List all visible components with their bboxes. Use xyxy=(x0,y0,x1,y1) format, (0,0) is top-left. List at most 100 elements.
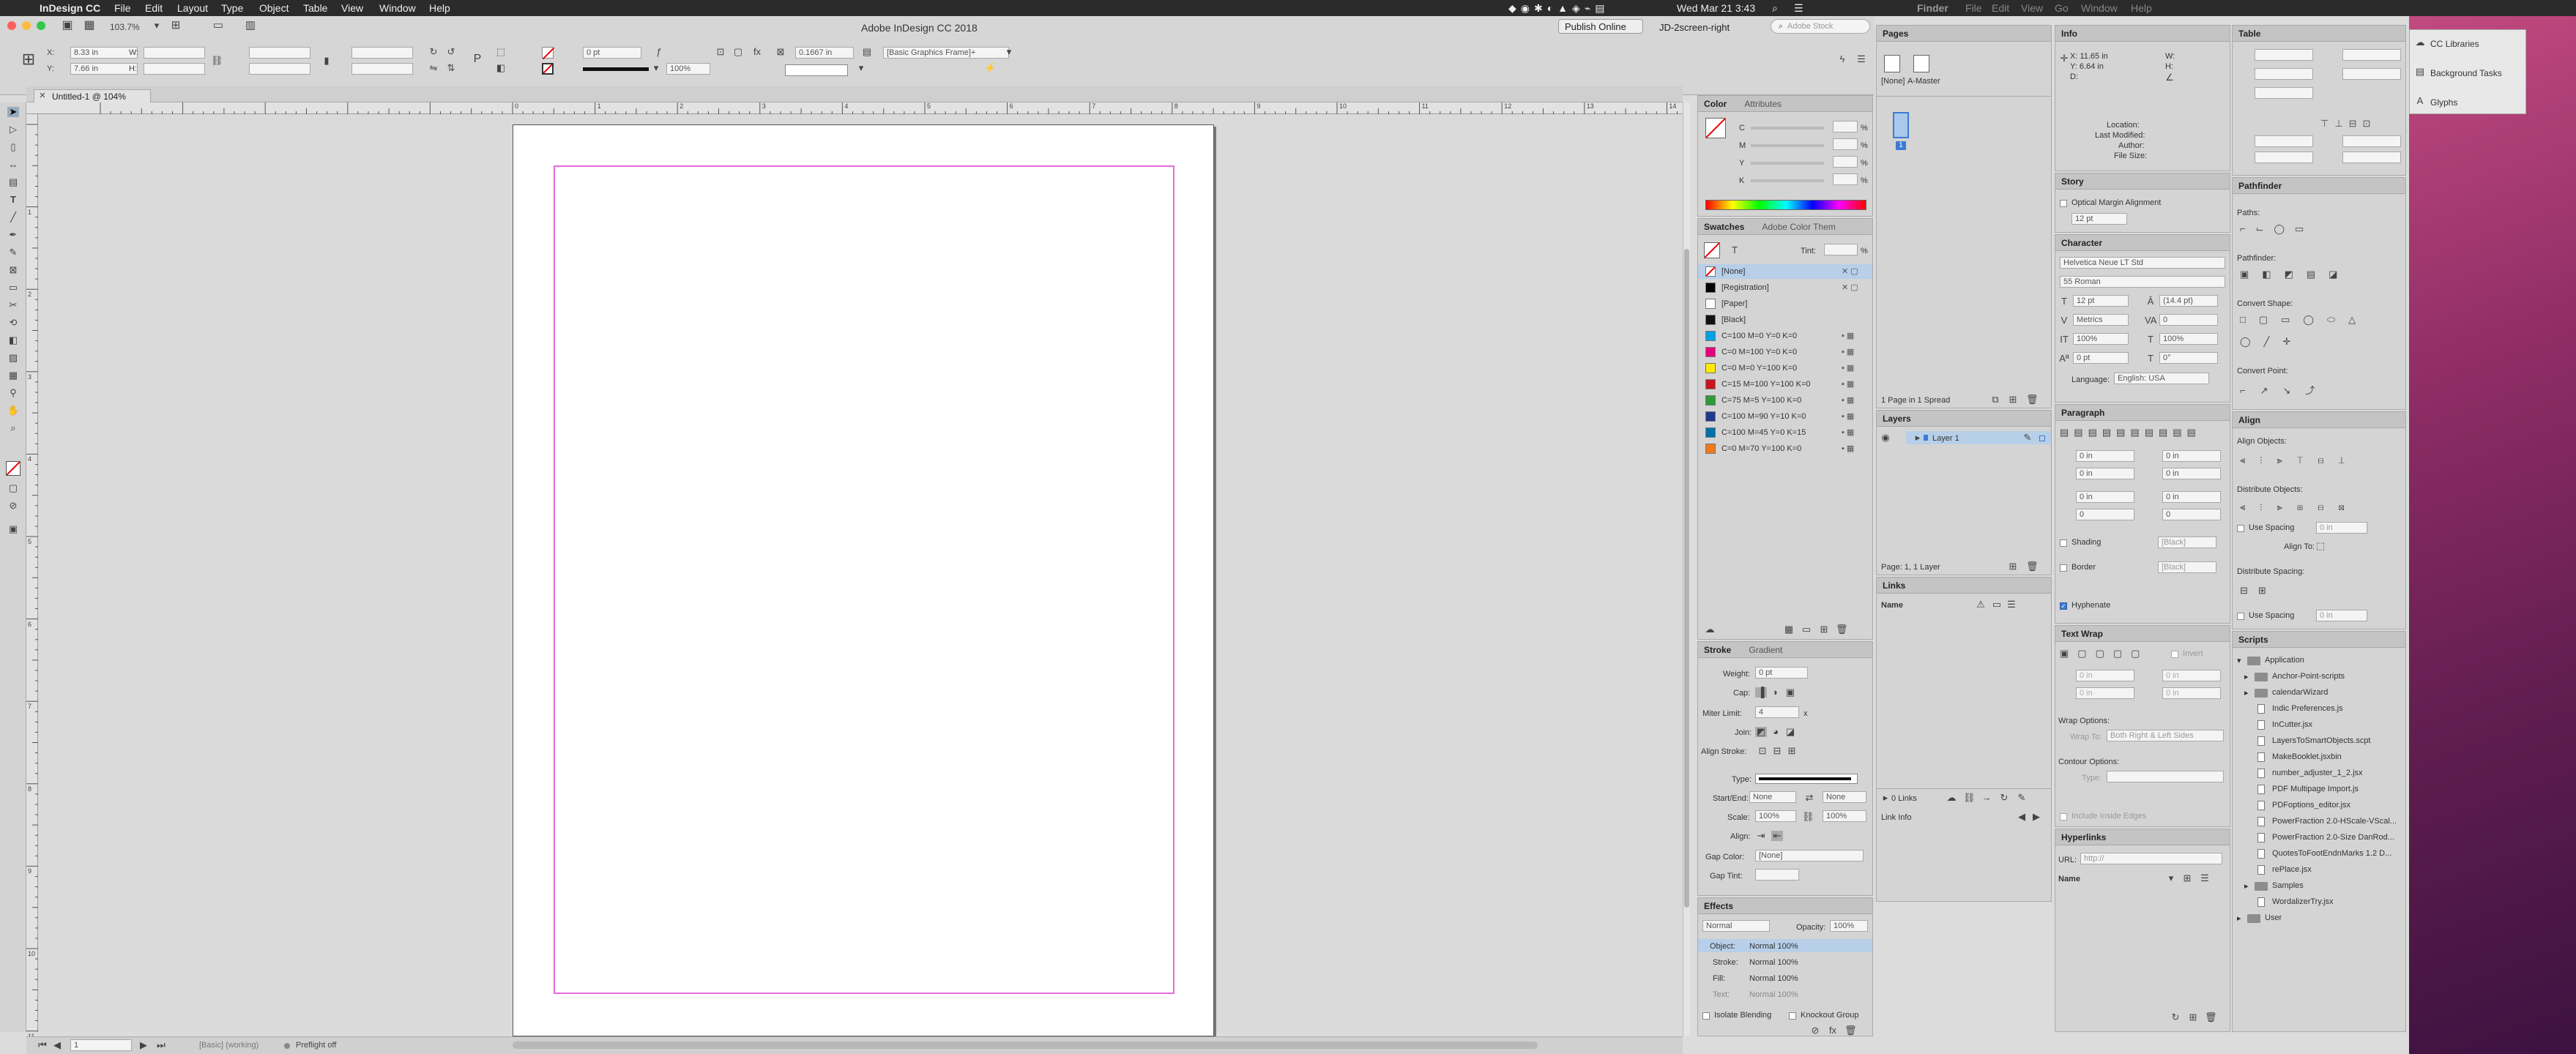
slider-m[interactable] xyxy=(1751,144,1824,147)
chevron-down-icon[interactable]: ▾ xyxy=(151,20,163,31)
tint-field[interactable] xyxy=(1824,244,1858,255)
menu-window[interactable]: Window xyxy=(379,2,416,14)
round-cap-icon[interactable]: ◗ xyxy=(1770,687,1782,698)
content-collector-icon[interactable]: ▤ xyxy=(7,177,19,187)
cell-align-buttons[interactable]: ⊤⊥⊟⊡ xyxy=(2320,118,2401,129)
swatch-row[interactable]: C=100 M=0 Y=0 K=0 ▪▦ xyxy=(1698,329,1872,343)
rotate-cw-icon[interactable]: ↻ xyxy=(428,47,439,57)
disclosure-triangle-icon[interactable]: ▸ xyxy=(2244,881,2249,891)
swap-icon[interactable]: ⇄ xyxy=(1803,793,1815,803)
fill-stroke-proxy[interactable] xyxy=(6,461,21,476)
new-hyperlink-icon[interactable]: ⊞ xyxy=(2181,873,2193,883)
paths-buttons[interactable]: ⌐⌙◯▭ xyxy=(2240,223,2357,235)
start-field[interactable]: None xyxy=(1749,791,1796,803)
alignment-buttons[interactable]: ▤▤▤▤▤▤▤▤▤▤ xyxy=(2060,427,2227,438)
inset-top-field[interactable] xyxy=(2255,135,2313,147)
list-icon[interactable]: ☰ xyxy=(2006,599,2017,610)
script-item[interactable]: PowerFraction 2.0-HScale-VScal... xyxy=(2233,815,2405,829)
refresh-icon[interactable]: ↻ xyxy=(2170,1012,2181,1023)
inset-right-field[interactable] xyxy=(2342,152,2401,163)
space-after-field[interactable]: 0 in xyxy=(2162,491,2221,503)
menu-layout[interactable]: Layout xyxy=(177,2,208,14)
value-y[interactable] xyxy=(1833,156,1858,168)
knockout-checkbox[interactable] xyxy=(1789,1012,1796,1020)
frame-grid-icon[interactable]: ▤ xyxy=(861,47,873,57)
rows-field[interactable] xyxy=(2255,49,2313,61)
script-item[interactable]: ▸ calendarWizard xyxy=(2233,686,2405,700)
column-width-field[interactable] xyxy=(2342,68,2401,80)
convert-point-buttons[interactable]: ⌐↗↘⤴ xyxy=(2240,383,2357,396)
trash-icon[interactable]: 🗑 xyxy=(1844,1025,1857,1036)
new-swatch-icon[interactable]: ⊞ xyxy=(1818,624,1830,635)
working-mode[interactable]: [Basic] (working) xyxy=(199,1041,258,1050)
disclosure-triangle-icon[interactable]: ▸ xyxy=(2237,913,2241,923)
swatch-row[interactable]: [Black] xyxy=(1698,313,1872,327)
eye-icon[interactable]: ◉ xyxy=(1880,433,1891,443)
page-col-icon[interactable]: ▭ xyxy=(1991,599,2003,610)
finder-help[interactable]: Help xyxy=(2131,2,2152,14)
selection-tool-icon[interactable]: ➤ xyxy=(7,107,19,117)
layer-name[interactable]: Layer 1 xyxy=(1932,434,1959,443)
tab-attributes[interactable]: Attributes xyxy=(1744,99,1782,109)
script-item[interactable]: ▸ Samples xyxy=(2233,879,2405,894)
glyphs-label[interactable]: Glyphs xyxy=(2430,97,2457,108)
page-tool-icon[interactable]: ▯ xyxy=(7,142,19,152)
fill-swatch[interactable] xyxy=(542,47,555,60)
view-options-icon[interactable]: ⊞ xyxy=(170,20,182,31)
font-family-field[interactable]: Helvetica Neue LT Std xyxy=(2060,257,2225,269)
frame-fitting-field[interactable] xyxy=(785,64,848,76)
h-field[interactable] xyxy=(144,63,205,75)
columns-field[interactable] xyxy=(2342,49,2401,61)
menu-edit[interactable]: Edit xyxy=(145,2,163,14)
zoom-tool-icon[interactable]: ⌕ xyxy=(7,423,19,433)
effects-fill-key[interactable]: Fill: xyxy=(1713,974,1725,983)
opacity-field[interactable]: 100% xyxy=(1830,920,1868,932)
miter-join-icon[interactable]: ◩ xyxy=(1755,727,1767,737)
wrap-type-buttons[interactable]: ▣▢▢▢▢ xyxy=(2060,648,2162,659)
constrain-proportions-icon[interactable]: ⛓ xyxy=(211,56,223,66)
wrap-bottom-field[interactable]: 0 in xyxy=(2076,687,2134,699)
publish-online-button[interactable]: Publish Online xyxy=(1558,19,1643,34)
menu-type[interactable]: Type xyxy=(221,2,243,14)
value-k[interactable] xyxy=(1833,173,1858,185)
hyperlinks-col-name[interactable]: Name xyxy=(2058,875,2080,883)
stroke-type-dropdown[interactable] xyxy=(1755,774,1858,784)
scroll-thumb[interactable] xyxy=(1684,249,1689,908)
shading-checkbox[interactable] xyxy=(2060,539,2067,547)
pencil-tool-icon[interactable]: ✎ xyxy=(7,247,19,258)
panel-menu-icon[interactable]: ☰ xyxy=(1855,54,1867,64)
drop-cap-chars-field[interactable]: 0 xyxy=(2162,509,2221,520)
menu-help[interactable]: Help xyxy=(429,2,450,14)
script-item[interactable]: ▸ User xyxy=(2233,911,2405,926)
script-item[interactable]: LayersToSmartObjects.scpt xyxy=(2233,734,2405,749)
value-m[interactable] xyxy=(1833,138,1858,150)
chevron-down-icon[interactable]: ▾ xyxy=(1003,47,1015,57)
menu-clock[interactable]: Wed Mar 21 3:43 xyxy=(1677,2,1755,14)
effects-object-key[interactable]: Object: xyxy=(1710,942,1735,951)
right-indent-field[interactable]: 0 in xyxy=(2162,450,2221,462)
document-tab[interactable]: Untitled-1 @ 104% xyxy=(34,89,151,102)
menu-file[interactable]: File xyxy=(114,2,131,14)
path-icon[interactable]: P xyxy=(472,53,483,65)
trash-icon[interactable]: 🗑 xyxy=(2026,395,2039,405)
baseline-shift-field[interactable]: 0 pt xyxy=(2073,352,2129,364)
scale-x-field[interactable] xyxy=(249,47,310,59)
drop-cap-lines-field[interactable]: 0 xyxy=(2076,509,2134,520)
weight-field[interactable]: 0 pt xyxy=(1755,667,1808,679)
quick-apply-icon[interactable]: ⚡ xyxy=(984,63,996,73)
trash-icon[interactable]: 🗑 xyxy=(2205,1012,2217,1023)
select-content-icon[interactable]: ◧ xyxy=(495,63,507,73)
text-format-icon[interactable]: T xyxy=(1729,245,1741,255)
inset-left-field[interactable] xyxy=(2255,152,2313,163)
spacing-2-field[interactable]: 0 in xyxy=(2316,610,2367,621)
align-outside-icon[interactable]: ⊞ xyxy=(1786,746,1798,756)
gap-tint-field[interactable] xyxy=(1755,869,1799,881)
swatch-view-icon[interactable]: ☁ xyxy=(1704,624,1716,635)
apply-none-icon[interactable]: ⊘ xyxy=(7,501,19,511)
last-page-icon[interactable]: ⏭ xyxy=(155,1040,167,1050)
script-item[interactable]: Indic Preferences.js xyxy=(2233,702,2405,717)
color-spectrum[interactable] xyxy=(1705,200,1866,210)
clear-effects-icon[interactable]: ⊘ xyxy=(1809,1025,1821,1036)
zoom-window-button[interactable] xyxy=(37,21,45,30)
new-page-icon[interactable]: ⊞ xyxy=(2007,395,2019,405)
